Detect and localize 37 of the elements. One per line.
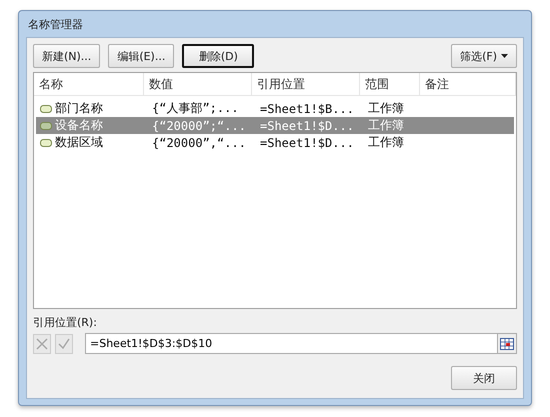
column-header[interactable]: 引用位置 <box>252 73 360 95</box>
close-button[interactable]: 关闭 <box>451 366 517 390</box>
caret-icon <box>501 54 508 58</box>
table-cell: 部门名称 <box>55 100 103 117</box>
name-row[interactable]: 数据区域 {“20000”,“... =Sheet1!$D... 工作簿 <box>36 134 514 151</box>
name-row[interactable]: 部门名称 {“人事部”;... =Sheet1!$B... 工作簿 <box>36 100 514 117</box>
column-header[interactable]: 数值 <box>144 73 252 95</box>
table-cell-text: {“人事部”;... <box>151 100 240 117</box>
table-cell-text: 工作簿 <box>367 100 405 117</box>
toolbar-button[interactable]: 新建(N)... <box>33 44 100 68</box>
table-cell-text: 工作簿 <box>367 134 405 151</box>
table-cell: 设备名称 <box>55 117 103 134</box>
cancel-button[interactable] <box>33 334 51 354</box>
table-cell-text: 工作簿 <box>367 117 405 134</box>
table-cell-text: {“20000”;“... <box>151 118 247 134</box>
column-header[interactable]: 名称 <box>34 73 144 95</box>
column-header[interactable]: 范围 <box>360 73 420 95</box>
range-picker-button[interactable] <box>497 333 517 354</box>
table-cell-text: {“20000”,“... <box>151 134 247 151</box>
toolbar-button[interactable]: 编辑(E)... <box>108 44 174 68</box>
close-icon <box>36 338 48 350</box>
window-title: 名称管理器 <box>27 16 84 32</box>
table-cell-text: =Sheet1!$D... <box>259 118 355 134</box>
filter-button[interactable]: 筛选(F) <box>451 44 517 68</box>
table-cell: 数据区域 <box>55 134 103 151</box>
reference-label: 引用位置(R): <box>33 315 98 330</box>
confirm-button[interactable] <box>55 334 73 354</box>
check-icon <box>58 338 70 350</box>
name-tag-icon <box>40 104 52 112</box>
name-tag-icon <box>40 138 52 146</box>
toolbar-button[interactable]: 删除(D) <box>182 44 254 68</box>
reference-field[interactable]: =Sheet1!$D$3:$D$10 <box>85 333 497 354</box>
table-cell-text: =Sheet1!$B... <box>259 100 355 117</box>
table-cell-text: =Sheet1!$D... <box>259 134 355 151</box>
grid-icon <box>500 338 514 350</box>
name-tag-icon <box>40 122 52 130</box>
column-header[interactable]: 备注 <box>420 73 516 95</box>
